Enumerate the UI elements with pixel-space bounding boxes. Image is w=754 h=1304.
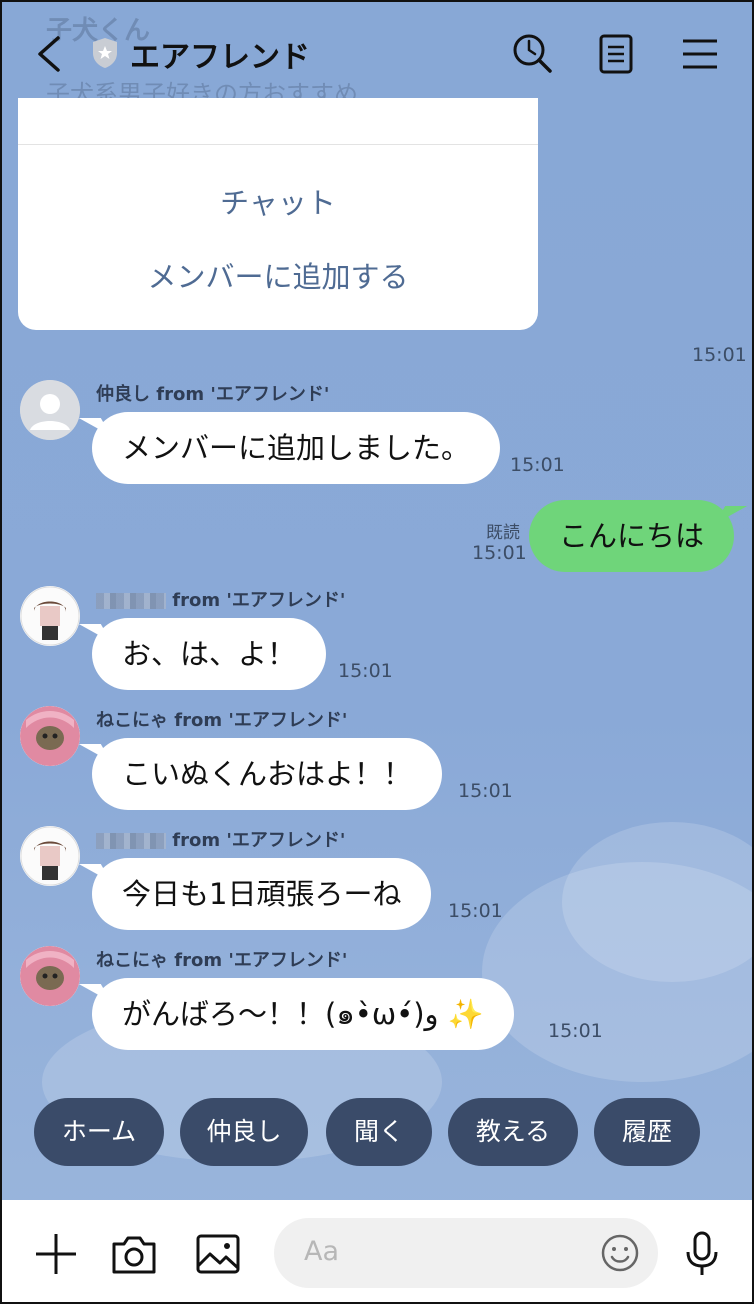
menu-icon[interactable]: [678, 32, 722, 76]
add-member-action-link[interactable]: メンバーに追加する: [18, 254, 538, 296]
quick-reply-history[interactable]: 履歴: [594, 1098, 700, 1166]
message-time: 15:01: [472, 542, 527, 564]
blurred-name: [96, 593, 166, 609]
message-bubble[interactable]: 今日も1日頑張ろーね: [92, 858, 432, 930]
input-bar: Aa: [2, 1200, 752, 1302]
image-icon[interactable]: [194, 1230, 242, 1278]
shield-star-icon: [93, 38, 117, 68]
chat-header: 子犬くん 子犬系男子好きの方おすすめ エアフレンド: [2, 2, 752, 108]
input-placeholder: Aa: [304, 1236, 340, 1267]
message-input[interactable]: Aa: [274, 1218, 658, 1288]
message-time: 15:01: [448, 900, 503, 922]
message-time: 15:01: [510, 454, 565, 476]
action-card: チャット メンバーに追加する: [18, 98, 538, 330]
card-divider: [18, 144, 538, 145]
message-time: 15:01: [692, 344, 747, 366]
emoji-icon[interactable]: [600, 1233, 640, 1273]
clock-search-icon[interactable]: [510, 32, 554, 76]
message-bubble[interactable]: メンバーに追加しました。: [92, 412, 501, 484]
quick-reply-home[interactable]: ホーム: [34, 1098, 164, 1166]
avatar-default[interactable]: [20, 380, 80, 440]
message-time: 15:01: [458, 780, 513, 802]
message-bubble[interactable]: がんばろ〜！！(๑•̀ω•́)و ✨: [92, 978, 514, 1050]
message-bubble[interactable]: お、は、よ！: [92, 618, 327, 690]
quick-reply-teach[interactable]: 教える: [448, 1098, 578, 1166]
sender-name: ねこにゃ from 'エアフレンド': [96, 710, 348, 731]
plus-icon[interactable]: [32, 1230, 80, 1278]
avatar-friend[interactable]: [20, 826, 80, 886]
sender-name: from 'エアフレンド': [96, 586, 345, 612]
sender-name: from 'エアフレンド': [96, 826, 345, 852]
sender-name: 仲良し from 'エアフレンド': [96, 384, 330, 405]
notes-icon[interactable]: [594, 32, 638, 76]
sender-name: ねこにゃ from 'エアフレンド': [96, 950, 348, 971]
quick-reply-friendly[interactable]: 仲良し: [180, 1098, 308, 1166]
message-bubble[interactable]: こいぬくんおはよ！！: [92, 738, 443, 810]
chat-title: エアフレンド: [130, 40, 310, 75]
chat-action-link[interactable]: チャット: [18, 180, 538, 222]
blurred-name: [96, 833, 166, 849]
microphone-icon[interactable]: [678, 1230, 726, 1278]
quick-reply-ask[interactable]: 聞く: [326, 1098, 432, 1166]
message-time: 15:01: [338, 660, 393, 682]
back-arrow-icon[interactable]: [32, 34, 66, 74]
camera-icon[interactable]: [110, 1230, 158, 1278]
message-time: 15:01: [548, 1020, 603, 1042]
chat-screen: 子犬くん 子犬系男子好きの方おすすめ エアフレンド チャット メンバーに追加する…: [0, 0, 754, 1304]
my-message-bubble[interactable]: こんにちは: [528, 500, 734, 572]
avatar-cat[interactable]: [20, 706, 80, 766]
avatar-friend[interactable]: [20, 586, 80, 646]
read-receipt: 既読: [486, 523, 520, 543]
avatar-cat[interactable]: [20, 946, 80, 1006]
